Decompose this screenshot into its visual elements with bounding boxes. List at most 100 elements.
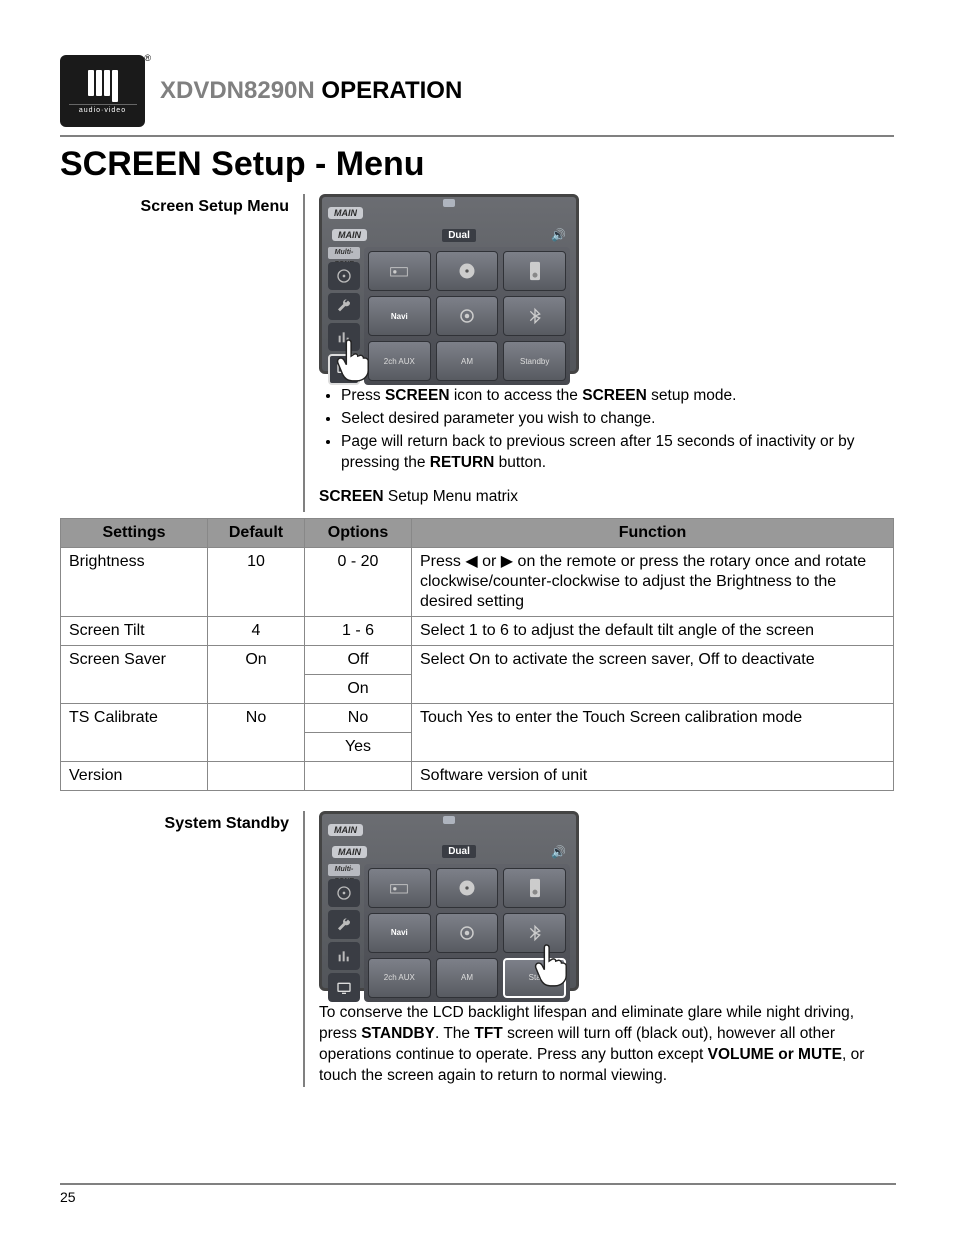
tab-main-1: MAIN — [328, 824, 363, 836]
cell-target — [436, 296, 499, 336]
top-indicator-icon — [443, 816, 455, 824]
section-screen-setup: Screen Setup Menu MAIN MAIN Dual 🔊 Multi… — [60, 194, 894, 512]
device-screenshot: MAIN MAIN Dual 🔊 Multi-ZONE — [319, 194, 579, 374]
standby-description: To conserve the LCD backlight lifespan a… — [319, 1003, 894, 1087]
cell-aux: 2ch AUX — [368, 341, 431, 381]
cell-standby: Standby — [503, 341, 566, 381]
model-number: XDVDN8290N — [160, 77, 315, 104]
cell-setting: Brightness — [61, 547, 208, 616]
page-number: 25 — [60, 1183, 896, 1205]
cell-aux: 2ch AUX — [368, 958, 431, 998]
hand-pointer-icon — [532, 940, 570, 988]
cell-default — [208, 761, 305, 790]
header-rule — [60, 135, 894, 137]
radio-icon — [389, 264, 409, 278]
device-brand: Dual — [442, 229, 476, 242]
disc-icon — [336, 268, 352, 284]
instruction-3: Page will return back to previous screen… — [341, 432, 894, 474]
cell-setting: Screen Saver — [61, 645, 208, 703]
th-options: Options — [305, 518, 412, 547]
target-icon — [458, 924, 476, 942]
multizone-tab: Multi-ZONE — [328, 864, 360, 876]
table-row: Brightness 10 0 - 20 Press ◀ or ▶ on the… — [61, 547, 894, 616]
page: ® audio·video XDVDN8290N OPERATION SCREE… — [0, 0, 954, 1235]
cell-function: Software version of unit — [412, 761, 894, 790]
th-function: Function — [412, 518, 894, 547]
table-row: Version Software version of unit — [61, 761, 894, 790]
device-brand: Dual — [442, 845, 476, 858]
top-indicator-icon — [443, 199, 455, 207]
header-row: ® audio·video XDVDN8290N OPERATION — [60, 55, 894, 127]
cell-option: Off — [305, 645, 412, 674]
cell-function: Press ◀ or ▶ on the remote or press the … — [412, 547, 894, 616]
ipod-icon — [528, 261, 542, 281]
cell-function: Select On to activate the screen saver, … — [412, 645, 894, 703]
cell-option: 0 - 20 — [305, 547, 412, 616]
side-button-1 — [328, 879, 360, 908]
cell-option: On — [305, 674, 412, 703]
speaker-icon: 🔊 — [551, 845, 566, 859]
cell-ipod — [503, 251, 566, 291]
side-button-2 — [328, 910, 360, 939]
settings-matrix-table: Settings Default Options Function Bright… — [60, 518, 894, 791]
equalizer-icon — [336, 948, 352, 964]
cell-option: 1 - 6 — [305, 616, 412, 645]
section-label: System Standby — [60, 811, 305, 1087]
cd-icon — [457, 878, 477, 898]
cell-setting: Version — [61, 761, 208, 790]
cell-setting: TS Calibrate — [61, 703, 208, 761]
instruction-list: Press SCREEN icon to access the SCREEN s… — [319, 386, 894, 474]
screen-icon — [336, 980, 352, 996]
cell-am: AM — [436, 341, 499, 381]
logo-bars-icon — [88, 70, 118, 102]
disc-icon — [336, 885, 352, 901]
side-button-screen — [328, 973, 360, 1002]
cell-radio — [368, 251, 431, 291]
cell-default: 4 — [208, 616, 305, 645]
cell-disc — [436, 251, 499, 291]
table-header-row: Settings Default Options Function — [61, 518, 894, 547]
table-row: TS Calibrate No No Touch Yes to enter th… — [61, 703, 894, 732]
cell-function: Select 1 to 6 to adjust the default tilt… — [412, 616, 894, 645]
header-suffix: OPERATION — [321, 77, 462, 104]
cell-default: On — [208, 645, 305, 703]
cell-default: 10 — [208, 547, 305, 616]
cell-target — [436, 913, 499, 953]
th-default: Default — [208, 518, 305, 547]
section-content: MAIN MAIN Dual 🔊 Multi-ZONE — [305, 811, 894, 1087]
cell-disc — [436, 868, 499, 908]
section-content: MAIN MAIN Dual 🔊 Multi-ZONE — [305, 194, 894, 512]
table-row: Screen Saver On Off Select On to activat… — [61, 645, 894, 674]
side-button-2 — [328, 293, 360, 321]
cell-setting: Screen Tilt — [61, 616, 208, 645]
radio-icon — [389, 881, 409, 895]
section-label: Screen Setup Menu — [60, 194, 305, 512]
side-button-3 — [328, 942, 360, 971]
wrench-icon — [336, 298, 352, 314]
hand-pointer-icon — [334, 335, 372, 383]
cell-bluetooth — [503, 296, 566, 336]
device-screenshot-2: MAIN MAIN Dual 🔊 Multi-ZONE — [319, 811, 579, 991]
cd-icon — [457, 261, 477, 281]
instruction-2: Select desired parameter you wish to cha… — [341, 409, 894, 430]
tab-main-2: MAIN — [332, 229, 367, 241]
cell-option — [305, 761, 412, 790]
logo-subtext: audio·video — [69, 104, 137, 114]
page-title: SCREEN Setup - Menu — [60, 145, 894, 184]
table-row: Screen Tilt 4 1 - 6 Select 1 to 6 to adj… — [61, 616, 894, 645]
cell-option: No — [305, 703, 412, 732]
cell-default: No — [208, 703, 305, 761]
tab-main-2: MAIN — [332, 846, 367, 858]
section-system-standby: System Standby MAIN MAIN Dual 🔊 Multi-ZO… — [60, 811, 894, 1087]
left-arrow-icon: ◀ — [465, 552, 477, 572]
header-title: XDVDN8290N OPERATION — [160, 77, 462, 105]
tab-main-1: MAIN — [328, 207, 363, 219]
instruction-1: Press SCREEN icon to access the SCREEN s… — [341, 386, 894, 407]
right-arrow-icon: ▶ — [501, 552, 513, 572]
cell-am: AM — [436, 958, 499, 998]
ipod-icon — [528, 878, 542, 898]
cell-navi: Navi — [368, 296, 431, 336]
bluetooth-icon — [527, 306, 543, 326]
cell-function: Touch Yes to enter the Touch Screen cali… — [412, 703, 894, 761]
cell-radio — [368, 868, 431, 908]
